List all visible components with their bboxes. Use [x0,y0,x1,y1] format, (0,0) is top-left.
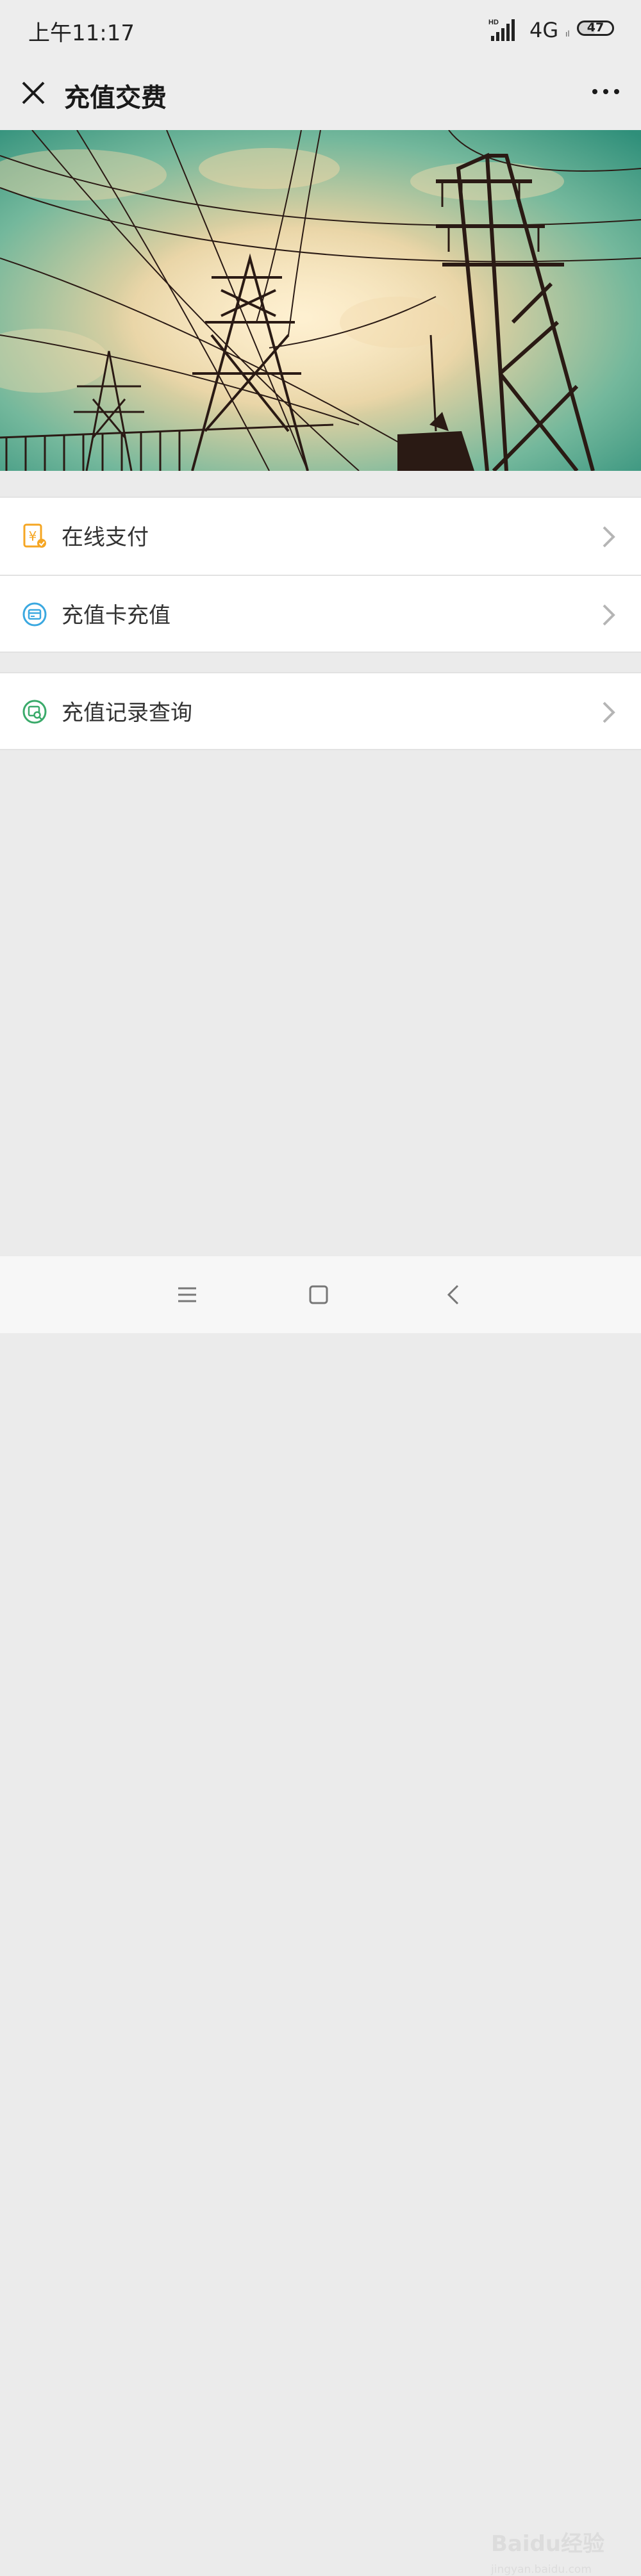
page-title: 充值交费 [64,83,167,113]
menu-item-label: 充值卡充值 [62,603,171,628]
battery-level: 47 [587,21,604,35]
system-nav-bar: Baidu经验 jingyan.baidu.com [0,1256,641,2576]
home-icon[interactable] [306,1282,331,1308]
status-time: 上午11:17 [28,21,135,46]
records-group: 充值记录查询 [0,672,641,750]
battery-icon: 47 [577,21,614,36]
power-lines-photo [0,130,641,471]
network-type: 4G [529,18,559,42]
back-icon[interactable] [441,1282,467,1308]
watermark-logo: Baidu经验 [491,2531,605,2557]
more-icon[interactable] [590,85,622,98]
menu-item-card-recharge[interactable]: 充值卡充值 [0,575,641,653]
menu-icon[interactable] [174,1282,200,1308]
card-icon [22,602,47,627]
chevron-right-icon [603,526,615,548]
menu-item-online-payment[interactable]: ¥ 在线支付 [0,496,641,575]
yuan-payment-icon: ¥ [23,523,46,548]
chevron-right-icon [603,604,615,626]
menu-item-label: 在线支付 [62,525,149,550]
network-activity: ıl [565,29,570,38]
close-icon[interactable] [19,79,47,107]
menu-item-label: 充值记录查询 [62,700,192,726]
svg-text:¥: ¥ [29,529,37,544]
payment-options-group: ¥ 在线支付 充值卡充值 [0,496,641,653]
chevron-right-icon [603,701,615,723]
banner-image [0,130,641,471]
menu-item-recharge-records[interactable]: 充值记录查询 [0,672,641,750]
status-bar: 上午11:17 HD 4G ıl 47 [0,0,641,61]
hd-label: HD [488,19,499,26]
signal-icon: HD [488,19,515,41]
watermark-url: jingyan.baidu.com [491,2563,592,2576]
app-bar: 充值交费 [0,61,641,130]
record-search-icon [22,700,47,724]
